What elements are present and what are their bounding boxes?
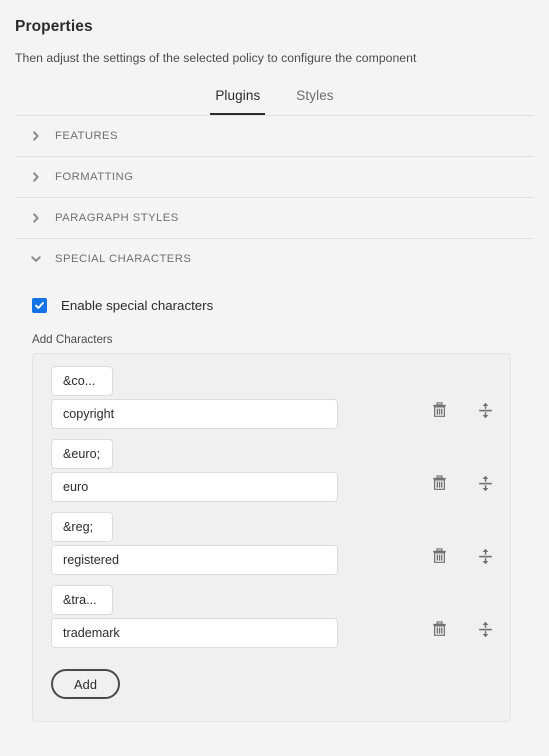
add-character-button[interactable]: Add xyxy=(51,669,121,699)
delete-character-button[interactable] xyxy=(430,620,448,638)
accordion-header-features[interactable]: FEATURES xyxy=(15,116,534,156)
character-row-fields: &co... copyright xyxy=(51,366,338,429)
name-input[interactable]: euro xyxy=(51,472,338,502)
panel-header: Properties Then adjust the settings of t… xyxy=(0,0,549,65)
entity-input[interactable]: &reg; xyxy=(51,512,113,542)
tab-plugins[interactable]: Plugins xyxy=(210,88,266,115)
accordion-label-paragraph-styles: PARAGRAPH STYLES xyxy=(55,212,179,224)
character-row-fields: &tra... trademark xyxy=(51,585,338,648)
name-input[interactable]: copyright xyxy=(51,399,338,429)
drag-handle-icon xyxy=(478,475,492,491)
accordion-label-features: FEATURES xyxy=(55,130,119,142)
accordion-header-special-characters[interactable]: SPECIAL CHARACTERS xyxy=(15,239,534,279)
add-characters-multifield: &co... copyright &euro; euro &reg; regis… xyxy=(32,353,511,722)
accordion-header-formatting[interactable]: FORMATTING xyxy=(15,157,534,197)
trash-icon xyxy=(432,548,446,563)
accordion: FEATURES FORMATTING PARAGRAPH STYLES SPE… xyxy=(15,116,534,279)
tab-styles[interactable]: Styles xyxy=(291,88,338,115)
delete-character-button[interactable] xyxy=(430,547,448,565)
character-row: &reg; registered xyxy=(33,512,510,575)
accordion-header-paragraph-styles[interactable]: PARAGRAPH STYLES xyxy=(15,198,534,238)
reorder-character-handle[interactable] xyxy=(476,620,494,638)
trash-icon xyxy=(432,621,446,636)
page-title: Properties xyxy=(15,18,93,35)
chevron-down-icon xyxy=(31,256,41,262)
reorder-character-handle[interactable] xyxy=(476,547,494,565)
page-description: Then adjust the settings of the selected… xyxy=(15,51,417,65)
delete-character-button[interactable] xyxy=(430,474,448,492)
checkmark-icon xyxy=(35,302,44,309)
character-row-actions xyxy=(430,620,494,638)
tab-bar: Plugins Styles xyxy=(0,88,549,115)
accordion-item-features: FEATURES xyxy=(15,116,534,157)
accordion-item-formatting: FORMATTING xyxy=(15,157,534,198)
reorder-character-handle[interactable] xyxy=(476,401,494,419)
properties-panel: Properties Then adjust the settings of t… xyxy=(0,0,549,756)
add-button-wrapper: Add xyxy=(33,658,510,699)
entity-input[interactable]: &euro; xyxy=(51,439,113,469)
drag-handle-icon xyxy=(478,621,492,637)
delete-character-button[interactable] xyxy=(430,401,448,419)
character-row: &tra... trademark xyxy=(33,585,510,648)
name-input[interactable]: trademark xyxy=(51,618,338,648)
trash-icon xyxy=(432,402,446,417)
enable-special-characters-label: Enable special characters xyxy=(61,298,214,313)
character-row-fields: &euro; euro xyxy=(51,439,338,502)
character-row: &euro; euro xyxy=(33,439,510,502)
add-characters-label: Add Characters xyxy=(32,333,113,346)
entity-input[interactable]: &co... xyxy=(51,366,113,396)
special-characters-panel: Enable special characters Add Characters… xyxy=(0,298,549,722)
enable-special-characters-checkbox[interactable] xyxy=(32,298,47,313)
accordion-label-special-characters: SPECIAL CHARACTERS xyxy=(55,253,192,265)
entity-input[interactable]: &tra... xyxy=(51,585,113,615)
drag-handle-icon xyxy=(478,402,492,418)
character-row-actions xyxy=(430,547,494,565)
character-row-actions xyxy=(430,401,494,419)
trash-icon xyxy=(432,475,446,490)
drag-handle-icon xyxy=(478,548,492,564)
name-input[interactable]: registered xyxy=(51,545,338,575)
chevron-right-icon xyxy=(33,172,39,182)
accordion-label-formatting: FORMATTING xyxy=(55,171,134,183)
accordion-item-paragraph-styles: PARAGRAPH STYLES xyxy=(15,198,534,239)
character-row-actions xyxy=(430,474,494,492)
chevron-right-icon xyxy=(33,213,39,223)
character-row: &co... copyright xyxy=(33,366,510,429)
reorder-character-handle[interactable] xyxy=(476,474,494,492)
accordion-item-special-characters: SPECIAL CHARACTERS xyxy=(15,239,534,279)
character-row-fields: &reg; registered xyxy=(51,512,338,575)
chevron-right-icon xyxy=(33,131,39,141)
enable-special-characters-row[interactable]: Enable special characters xyxy=(15,298,534,313)
